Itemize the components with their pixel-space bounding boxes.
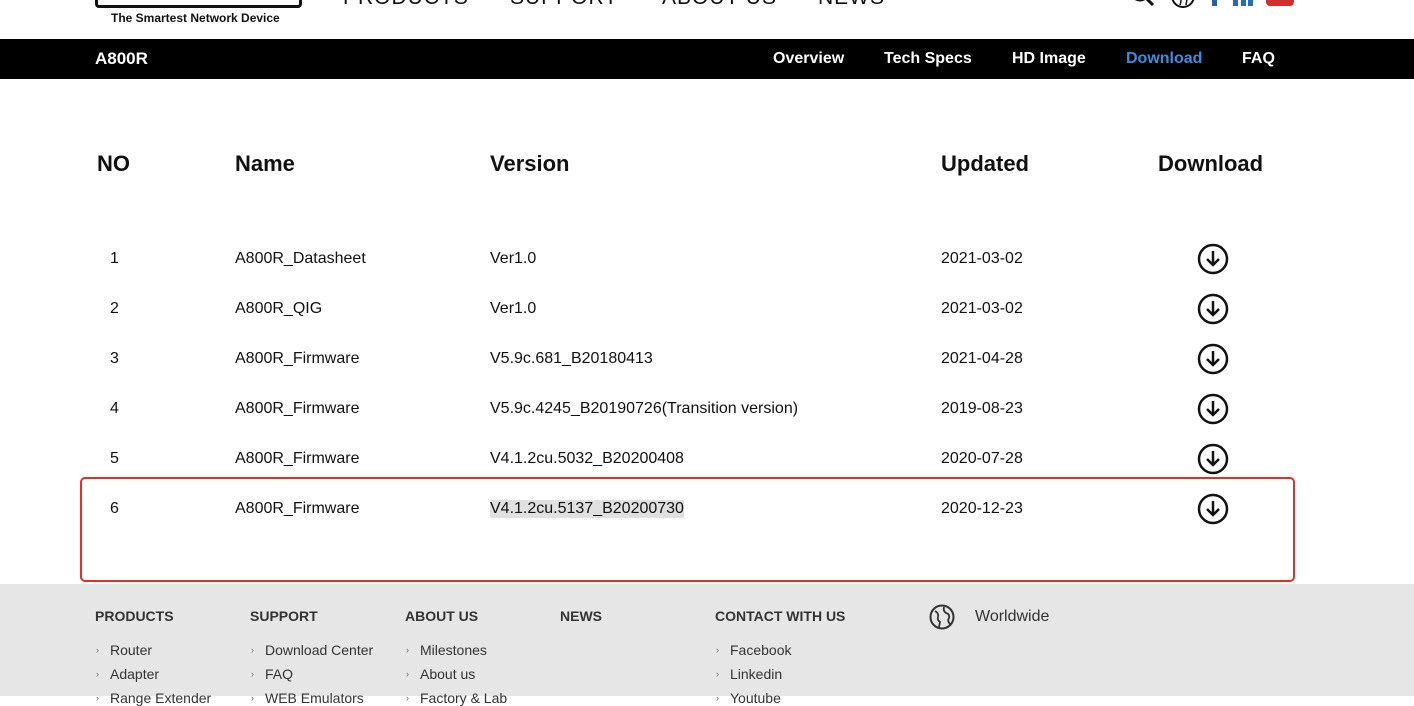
download-circle-icon[interactable] [1197,493,1229,525]
chevron-right-icon: › [251,669,254,679]
footer-link-linkedin[interactable]: › Linkedin [716,666,782,682]
row-no: 3 [110,350,119,367]
footer-link-router[interactable]: › Router [96,642,152,658]
chevron-right-icon: › [96,669,99,679]
row-no: 5 [110,450,119,467]
download-circle-icon[interactable] [1197,393,1229,425]
nav-products[interactable]: PRODUCTS [343,0,469,10]
footer-link-factory-lab[interactable]: › Factory & Lab [406,690,507,706]
nav-support[interactable]: SUPPORT [510,0,618,10]
region-selector[interactable]: Worldwide [975,608,1049,626]
tab-download[interactable]: Download [1126,50,1202,68]
chevron-right-icon: › [406,693,409,703]
tab-tech-specs[interactable]: Tech Specs [884,50,972,68]
row-version: V4.1.2cu.5032_B20200408 [490,450,684,467]
row-no: 1 [110,250,119,267]
tab-overview[interactable]: Overview [773,50,844,68]
row-name: A800R_Datasheet [235,250,366,267]
footer-link-facebook[interactable]: › Facebook [716,642,791,658]
column-header-version: Version [490,151,570,176]
column-header-updated: Updated [941,151,1029,176]
column-header-name: Name [235,151,295,176]
tab-faq[interactable]: FAQ [1242,50,1275,68]
nav-news[interactable]: NEWS [818,0,885,10]
chevron-right-icon: › [406,645,409,655]
row-no: 4 [110,400,119,417]
row-updated: 2019-08-23 [941,400,1023,417]
facebook-icon[interactable] [1208,0,1222,8]
row-no: 6 [110,500,119,517]
chevron-right-icon: › [251,693,254,703]
download-circle-icon[interactable] [1197,443,1229,475]
download-circle-icon[interactable] [1197,243,1229,275]
row-updated: 2021-03-02 [941,300,1023,317]
row-no: 2 [110,300,119,317]
row-version: V5.9c.681_B20180413 [490,350,653,367]
footer-link-adapter[interactable]: › Adapter [96,666,159,682]
site-footer: PRODUCTS › Router › Adapter › Range Extende… [0,584,1414,706]
chevron-right-icon: › [716,693,719,703]
row-version-selected: V4.1.2cu.5137_B20200730 [490,500,684,518]
footer-heading-news[interactable]: NEWS [560,608,602,624]
chevron-right-icon: › [96,693,99,703]
logo[interactable] [95,0,302,8]
linkedin-icon[interactable] [1233,0,1257,8]
footer-link-web-emulators[interactable]: › WEB Emulators [251,690,364,706]
nav-about-us[interactable]: ABOUT US [662,0,777,10]
footer-link-about-us[interactable]: › About us [406,666,475,682]
row-name: A800R_Firmware [235,400,360,417]
row-name: A800R_Firmware [235,500,360,517]
row-updated: 2021-04-28 [941,350,1023,367]
globe-icon[interactable] [1170,0,1196,10]
footer-link-range-extender[interactable]: › Range Extender [96,690,211,706]
search-icon[interactable] [1128,0,1156,10]
row-updated: 2021-03-02 [941,250,1023,267]
column-header-download: Download [1158,151,1264,176]
logo-tagline: The Smartest Network Device [111,11,280,25]
column-header-no: NO [97,151,130,176]
footer-link-download-center[interactable]: › Download Center [251,642,373,658]
row-name: A800R_Firmware [235,350,360,367]
footer-heading-about-us: ABOUT US [405,608,479,624]
footer-heading-contact: CONTACT WITH US [715,608,846,624]
row-updated: 2020-07-28 [941,450,1023,467]
footer-link-youtube[interactable]: › Youtube [716,690,781,706]
row-name: A800R_QIG [235,300,323,317]
row-version: Ver1.0 [490,250,537,267]
chevron-right-icon: › [716,669,719,679]
youtube-icon[interactable] [1266,0,1294,8]
row-version: V5.9c.4245_B20190726(Transition version) [490,400,799,417]
footer-link-faq[interactable]: › FAQ [251,666,293,682]
download-circle-icon[interactable] [1197,343,1229,375]
product-title: A800R [95,49,148,68]
footer-heading-support: SUPPORT [250,608,318,624]
highlight-box [80,477,1295,582]
chevron-right-icon: › [716,645,719,655]
chevron-right-icon: › [251,645,254,655]
row-name: A800R_Firmware [235,450,360,467]
site-header: The Smartest Network Device PRODUCTS SUP… [0,0,1414,39]
footer-link-milestones[interactable]: › Milestones [406,642,487,658]
footer-heading-products: PRODUCTS [95,608,174,624]
row-updated: 2020-12-23 [941,500,1023,517]
tab-hd-image[interactable]: HD Image [1012,50,1086,68]
chevron-right-icon: › [96,645,99,655]
product-nav-bar: A800R Overview Tech Specs HD Image Downl… [0,39,1414,79]
download-circle-icon[interactable] [1197,293,1229,325]
row-version: Ver1.0 [490,300,537,317]
globe-icon[interactable] [929,604,955,630]
chevron-right-icon: › [406,669,409,679]
